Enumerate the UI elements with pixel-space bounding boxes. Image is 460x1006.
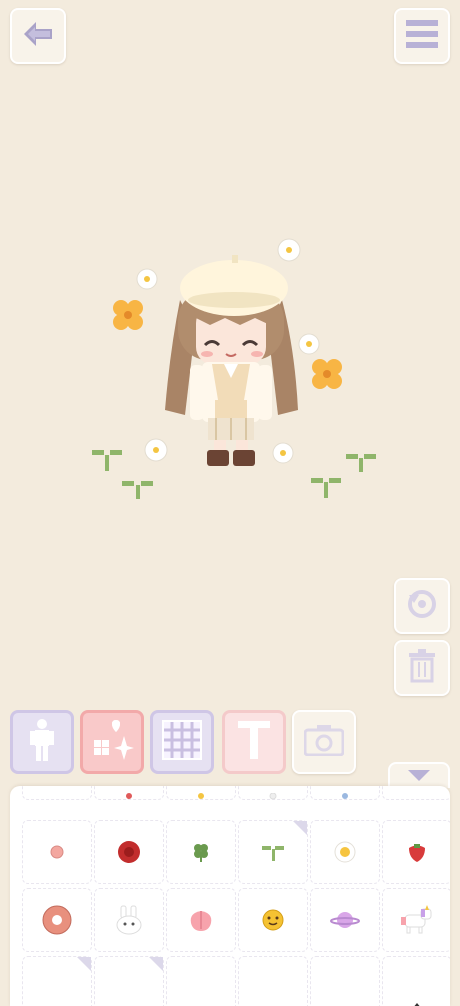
clover-sticker[interactable] [166,820,236,884]
tab-camera[interactable] [292,710,356,774]
orange-flower-icon [113,300,143,330]
donut-icon [42,905,72,935]
unicorn-icon [401,905,432,934]
trash-icon [407,649,437,687]
character-sprite [165,255,298,466]
sticker-cell[interactable] [310,956,380,1006]
delete-button[interactable] [394,640,450,696]
grid-pattern-icon [162,720,202,764]
tab-background[interactable] [150,710,214,774]
rotate-button[interactable] [394,578,450,634]
donut-sticker[interactable] [22,888,92,952]
sticker-cell[interactable] [94,956,164,1006]
letter-t-icon [238,721,270,763]
sprout-icon [346,454,376,472]
blue-dot-icon [342,793,348,799]
bunny-sticker[interactable] [94,888,164,952]
planet-icon [330,912,360,928]
dressup-canvas[interactable] [0,0,460,700]
chevron-down-icon [408,767,430,786]
corner-fold [149,957,163,971]
rose-sticker[interactable] [94,820,164,884]
flower-bit-icon [198,793,204,799]
orange-flower-icon [312,359,342,389]
sticker-cell[interactable] [382,956,450,1006]
sticker-cell[interactable] [382,786,450,800]
unicorn-sticker[interactable] [382,888,450,952]
camera-icon [303,724,345,760]
sticker-cell[interactable] [238,786,308,800]
sparkle-clover-icon [90,720,134,764]
smiley-icon [262,909,284,931]
peach-icon [190,911,212,931]
tab-stickers[interactable] [80,710,144,774]
red-dot-icon [126,793,132,799]
tab-character[interactable] [10,710,74,774]
planet-sticker[interactable] [310,888,380,952]
pink-dot-sticker[interactable] [22,820,92,884]
rotate-icon [405,587,439,625]
sprout-icon [122,481,153,499]
corner-fold [293,821,307,835]
clover-icon [194,844,208,862]
sticker-cell[interactable] [310,786,380,800]
tab-text[interactable] [222,710,286,774]
sticker-cell[interactable] [22,956,92,1006]
smiley-sticker[interactable] [238,888,308,952]
sticker-cell[interactable] [94,786,164,800]
character-scene [92,238,376,499]
pink-dot-icon [50,845,64,859]
bunny-icon [116,905,142,935]
sprout-icon [92,450,122,471]
sticker-cell[interactable] [166,956,236,1006]
sprout-sticker[interactable] [238,820,308,884]
white-flower-icon [144,438,168,462]
white-flower-icon [272,442,294,464]
sprout-icon [262,846,284,861]
white-flower-icon [298,333,320,355]
sticker-panel [10,786,450,1006]
sticker-cell[interactable] [166,786,236,800]
corner-fold [77,957,91,971]
strawberry-sticker[interactable] [382,820,450,884]
white-dot-icon [269,793,277,800]
fried-egg-icon [334,841,356,863]
white-flower-icon [136,268,158,290]
strawberry-icon [409,844,425,862]
sticker-cell[interactable] [238,956,308,1006]
fried-egg-sticker[interactable] [310,820,380,884]
white-flower-icon [277,238,301,262]
sticker-cell[interactable] [22,786,92,800]
sprout-icon [311,478,341,498]
person-silhouette-icon [29,718,55,766]
rose-icon [118,841,140,863]
collapse-panel-button[interactable] [388,762,450,788]
peach-sticker[interactable] [166,888,236,952]
